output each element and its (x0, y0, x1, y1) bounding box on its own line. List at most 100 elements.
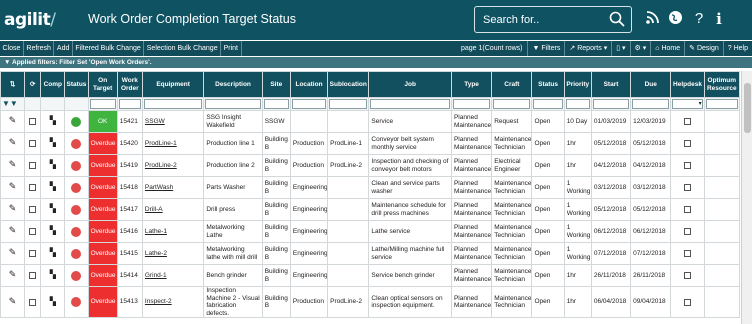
table-row[interactable]: ✎ ▚ OK 15421 SSGW SSG Insight Wakefield SSGW Se… (0, 110, 741, 133)
row-checkbox[interactable] (29, 298, 37, 306)
column-filter-input[interactable] (533, 99, 563, 109)
checkered-flag-icon[interactable]: ▚ (50, 116, 56, 125)
due-column-header[interactable]: Due (630, 71, 672, 98)
helpdesk-checkbox[interactable] (684, 162, 691, 169)
search-input[interactable]: Search for.. (474, 6, 632, 33)
helpdesk-checkbox[interactable] (684, 272, 691, 279)
equip-value[interactable]: Lathe-2 (145, 250, 167, 257)
equip-cell[interactable]: SSGW (141, 110, 205, 133)
work-order-column-header[interactable]: Work Order (116, 71, 143, 98)
row-checkbox[interactable] (29, 272, 37, 279)
row-checkbox[interactable] (29, 140, 37, 147)
equip-cell[interactable]: Lathe-1 (141, 220, 205, 243)
checkered-flag-icon[interactable]: ▚ (50, 204, 56, 213)
table-row[interactable]: ✎ ▚ Overdue 15416 Lathe-1 Metalworking Lathe B… (0, 220, 741, 243)
edit-icon[interactable]: ✎ (9, 115, 17, 125)
sort-icon[interactable]: ⇅ (10, 81, 15, 88)
table-row[interactable]: ✎ ▚ Overdue 15414 Grind-1 Bench grinder Buildi… (0, 264, 741, 287)
search-icon[interactable] (609, 11, 625, 27)
equip-cell[interactable]: Drill-A (141, 198, 205, 221)
column-filter-input[interactable] (143, 99, 203, 109)
refresh-button[interactable]: Refresh (24, 41, 55, 56)
sort-column-header[interactable]: ⇅ (0, 71, 26, 98)
helpdesk-filter-select[interactable]: ▾ (672, 99, 703, 109)
status-indicator-column-header[interactable]: Status (64, 71, 89, 98)
row-checkbox[interactable] (29, 162, 37, 169)
row-checkbox[interactable] (29, 250, 37, 257)
column-filter-input[interactable] (263, 99, 289, 109)
reports-button[interactable]: ↗ Reports ▾ (564, 41, 611, 56)
filter-icon[interactable]: ▼▼ (2, 99, 18, 108)
column-filter-input[interactable] (592, 99, 630, 109)
table-row[interactable]: ✎ ▚ Overdue 15417 Drill-A Drill press Building… (0, 198, 741, 221)
help-icon[interactable]: ? (690, 10, 708, 28)
helpdesk-column-header[interactable]: Helpdesk (670, 71, 705, 98)
design-button[interactable]: ✎ Design (684, 41, 723, 56)
row-checkbox[interactable] (29, 228, 37, 235)
row-checkbox[interactable] (29, 184, 37, 191)
edit-icon[interactable]: ✎ (9, 296, 17, 306)
home-button[interactable]: ⌂ Home (650, 41, 684, 56)
filters-button[interactable]: ▼ Filters (527, 41, 564, 56)
checkered-flag-icon[interactable]: ▚ (50, 226, 56, 235)
column-filter-input[interactable] (118, 99, 141, 109)
equip-value[interactable]: Drill-A (145, 206, 163, 213)
refresh-icon[interactable]: ⟳ (30, 81, 35, 88)
checkered-flag-icon[interactable]: ▚ (50, 270, 56, 279)
table-row[interactable]: ✎ ▚ Overdue 15420 ProdLine-1 Production line … (0, 132, 741, 155)
column-filter-input[interactable] (705, 99, 738, 109)
checkered-flag-icon[interactable]: ▚ (50, 248, 56, 257)
select-column-header[interactable]: ⟳ (24, 71, 42, 98)
export-button[interactable]: ▯ ▾ (611, 41, 629, 56)
column-filter-input[interactable] (493, 99, 531, 109)
rss-icon[interactable] (644, 10, 662, 28)
checkered-flag-icon[interactable]: ▚ (50, 138, 56, 147)
column-filter-input[interactable] (370, 99, 450, 109)
equip-value[interactable]: Lathe-1 (145, 228, 167, 235)
scrollbar-thumb[interactable] (744, 83, 751, 133)
equip-value[interactable]: Grind-1 (145, 272, 167, 279)
description-column-header[interactable]: Description (203, 71, 263, 98)
help-button[interactable]: ? Help (722, 41, 752, 56)
add-button[interactable]: Add (54, 41, 73, 56)
settings-button[interactable]: ⚙ ▾ (629, 41, 651, 56)
edit-icon[interactable]: ✎ (9, 225, 17, 235)
table-row[interactable]: ✎ ▚ Overdue 15419 ProdLine-2 Production line … (0, 154, 741, 177)
column-filter-input[interactable] (291, 99, 327, 109)
equipment-column-header[interactable]: Equipment (141, 71, 205, 98)
info-icon[interactable]: i (710, 10, 728, 28)
helpdesk-checkbox[interactable] (684, 228, 691, 235)
edit-icon[interactable]: ✎ (9, 203, 17, 213)
row-checkbox[interactable] (29, 206, 37, 213)
helpdesk-checkbox[interactable] (684, 184, 691, 191)
column-filter-input[interactable] (565, 99, 590, 109)
site-column-header[interactable]: Site (261, 71, 291, 98)
priority-column-header[interactable]: Priority (563, 71, 592, 98)
helpdesk-checkbox[interactable] (684, 140, 691, 147)
equip-cell[interactable]: ProdLine-1 (141, 132, 205, 155)
column-filter-input[interactable] (329, 99, 368, 109)
equip-value[interactable]: ProdLine-1 (145, 140, 177, 147)
comp-column-header[interactable]: Comp (40, 71, 66, 98)
type-column-header[interactable]: Type (450, 71, 493, 98)
equip-value[interactable]: PartWash (145, 184, 173, 191)
location-column-header[interactable]: Location (289, 71, 329, 98)
agilit-logo[interactable]: agilit/ (0, 10, 70, 30)
helpdesk-checkbox[interactable] (684, 118, 691, 125)
edit-icon[interactable]: ✎ (9, 137, 17, 147)
on-target-column-header[interactable]: On Target (87, 71, 118, 98)
optimum-resource-column-header[interactable]: Optimum Resource (703, 71, 741, 98)
column-filter-input[interactable] (89, 99, 116, 109)
sublocation-column-header[interactable]: Sublocation (327, 71, 370, 98)
table-row[interactable]: ✎ ▚ Overdue 15415 Lathe-2 Metalworking lathe … (0, 242, 741, 265)
globe-icon[interactable] (666, 10, 684, 28)
column-filter-input[interactable] (632, 99, 670, 109)
checkered-flag-icon[interactable]: ▚ (50, 297, 56, 306)
checkered-flag-icon[interactable]: ▚ (50, 182, 56, 191)
selection-bulk-change-button[interactable]: Selection Bulk Change (144, 41, 222, 56)
column-filter-input[interactable] (205, 99, 261, 109)
equip-value[interactable]: SSGW (145, 118, 165, 125)
edit-icon[interactable]: ✎ (9, 269, 17, 279)
filtered-bulk-change-button[interactable]: Filtered Bulk Change (73, 41, 145, 56)
row-checkbox[interactable] (29, 118, 37, 125)
